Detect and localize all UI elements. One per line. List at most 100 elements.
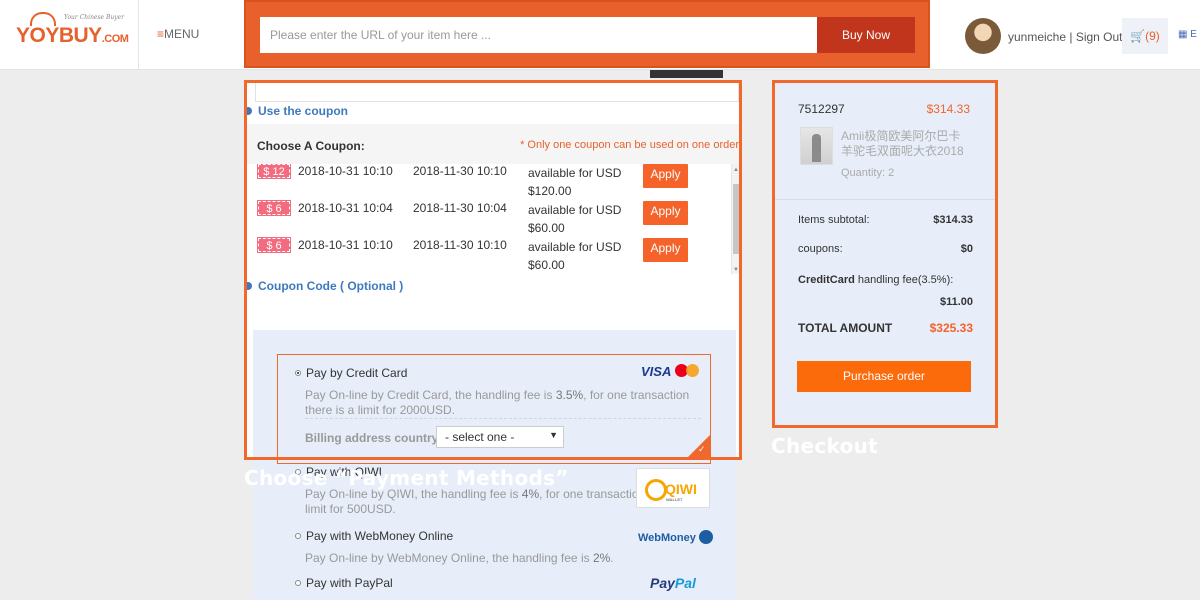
purchase-order-button[interactable]: Purchase order [797,361,971,392]
scrollbar-thumb[interactable] [733,184,739,254]
coupons-row: coupons: $0 [798,243,973,255]
scroll-down-icon[interactable]: ▼ [732,266,739,274]
pay-method-description: Pay On-line by WebMoney Online, the hand… [305,551,705,566]
logo-suffix: .COM [101,33,129,45]
pay-method-name: Pay with WebMoney Online [306,529,454,543]
cart-count: (9) [1145,29,1160,43]
apply-coupon-button[interactable]: Apply [643,164,688,188]
coupon-header: Choose A Coupon: * Only one coupon can b… [247,124,739,164]
coupons-label: coupons: [798,243,843,255]
yoybuy-logo[interactable]: Your Chinese Buyer YOYBUY.COM [16,12,129,52]
plus-circle-icon [247,107,252,115]
blank-field [255,83,739,102]
subtotal-row: Items subtotal: $314.33 [798,214,973,226]
qiwi-logo: QIWI WALLET [636,468,710,508]
paypal-logo-text-2: Pal [674,575,696,591]
apply-coupon-button[interactable]: Apply [643,201,688,225]
plus-circle-icon [247,282,252,290]
coupon-code-link[interactable]: Coupon Code ( Optional ) [247,279,403,293]
coupon-end-date: 2018-11-30 10:04 [413,201,507,215]
handling-fee-row: CreditCard handling fee(3.5%): [798,274,973,286]
total-value: $325.33 [929,321,973,335]
menu-label: MENU [164,27,200,41]
coupon-start-date: 2018-10-31 10:10 [298,238,393,252]
handling-fee-value: $11.00 [939,296,973,308]
apply-coupon-button[interactable]: Apply [643,238,688,262]
checkout-panel: 7512297 $314.33 Amii极简欧美阿尔巴卡羊驼毛双面呢大衣2018… [772,80,998,428]
webmoney-logo: WebMoney [638,530,713,544]
coupon-availability: available for USD $60.00 [528,238,621,274]
qiwi-sublabel: WALLET [666,497,683,502]
coupon-list-scrollbar[interactable]: ▲ ▼ [731,164,739,274]
coupon-payment-modal: Use the coupon Choose A Coupon: * Only o… [244,80,742,460]
coupon-amount-badge: $ 6 [257,200,291,216]
logo-text: YOYBUY.COM [16,24,129,48]
use-coupon-label: Use the coupon [258,104,349,118]
order-id: 7512297 [798,102,845,116]
flag-icon: ▦ [1178,29,1188,40]
coupon-list: $ 12 2018-10-31 10:10 2018-11-30 10:10 a… [247,164,739,274]
coupon-availability-line-1: available for USD [528,203,622,217]
coupon-availability-line-1: available for USD [528,166,622,180]
coupon-code-label: Coupon Code ( Optional ) [258,279,404,293]
user-links[interactable]: yunmeiche | Sign Out [1008,30,1123,44]
paypal-logo: PayPal [650,575,696,591]
coupon-availability-line-2: $60.00 [528,258,565,272]
paypal-logo-text-1: Pay [650,575,675,591]
item-quantity: Quantity: 2 [841,167,895,179]
logo-wordmark: YOYBUY [16,24,102,47]
webmoney-label: WebMoney [638,532,696,544]
cart-icon: 🛒 [1130,29,1146,43]
coupon-row: $ 6 2018-10-31 10:10 2018-11-30 10:10 av… [247,237,731,274]
order-price: $314.33 [926,102,970,116]
coupon-availability: available for USD $60.00 [528,201,621,237]
hamburger-icon: ≡ [157,27,165,41]
pay-fee: 2% [592,551,611,565]
language-selector[interactable]: ▦ E [1178,29,1197,40]
coupon-start-date: 2018-10-31 10:10 [298,164,393,178]
coupon-end-date: 2018-11-30 10:10 [413,238,507,252]
coupon-availability-line-2: $60.00 [528,221,565,235]
radio-paypal[interactable] [295,580,301,586]
caption-checkout: Checkout [771,434,879,458]
dark-tab-edge [650,70,723,78]
language-label: E [1190,29,1197,40]
divider [775,199,995,200]
total-row: TOTAL AMOUNT $325.33 [798,321,973,335]
coupons-value: $0 [960,243,973,255]
fee-label: handling fee(3.5%): [854,274,954,286]
radio-webmoney[interactable] [295,533,301,539]
coupon-availability-line-2: $120.00 [528,184,572,198]
coupon-availability: available for USD $120.00 [528,164,621,200]
total-label: TOTAL AMOUNT [798,321,893,335]
pay-method-name: Pay with PayPal [306,576,393,590]
pay-desc-text-1: Pay On-line by WebMoney Online, the hand… [305,551,593,565]
use-coupon-link[interactable]: Use the coupon [247,104,348,118]
coupon-amount-badge: $ 12 [257,164,291,179]
coupon-row: $ 12 2018-10-31 10:10 2018-11-30 10:10 a… [247,164,731,201]
logo-tagline: Your Chinese Buyer [64,14,125,21]
item-thumbnail[interactable] [800,127,833,165]
coupon-end-date: 2018-11-30 10:10 [413,164,507,178]
scroll-up-icon[interactable]: ▲ [732,166,739,174]
avatar[interactable] [965,18,1001,54]
subtotal-label: Items subtotal: [798,214,870,226]
coupon-start-date: 2018-10-31 10:04 [298,201,393,215]
choose-coupon-title: Choose A Coupon: [257,139,365,153]
qiwi-label: QIWI [665,481,697,497]
globe-icon [698,530,713,544]
coupon-row: $ 6 2018-10-31 10:04 2018-11-30 10:04 av… [247,200,731,238]
search-bar: Please enter the URL of your item here .… [244,0,930,68]
menu-button[interactable]: ≡MENU [138,0,244,70]
item-name[interactable]: Amii极简欧美阿尔巴卡羊驼毛双面呢大衣2018秋冬新款腰带翻领外套 [841,129,971,159]
coupon-amount-badge: $ 6 [257,237,291,253]
buy-now-button[interactable]: Buy Now [817,17,915,53]
fee-method: CreditCard [798,274,855,286]
pay-desc-text-2: . [610,551,614,565]
coupon-notice: * Only one coupon can be used on one ord… [520,139,739,151]
caption-payment-methods: Choose “Payment Methods” [244,466,569,490]
url-search-input[interactable]: Please enter the URL of your item here .… [260,17,820,53]
coupon-availability-line-1: available for USD [528,240,622,254]
subtotal-value: $314.33 [933,214,973,226]
cart-button[interactable]: 🛒(9) [1122,18,1168,54]
